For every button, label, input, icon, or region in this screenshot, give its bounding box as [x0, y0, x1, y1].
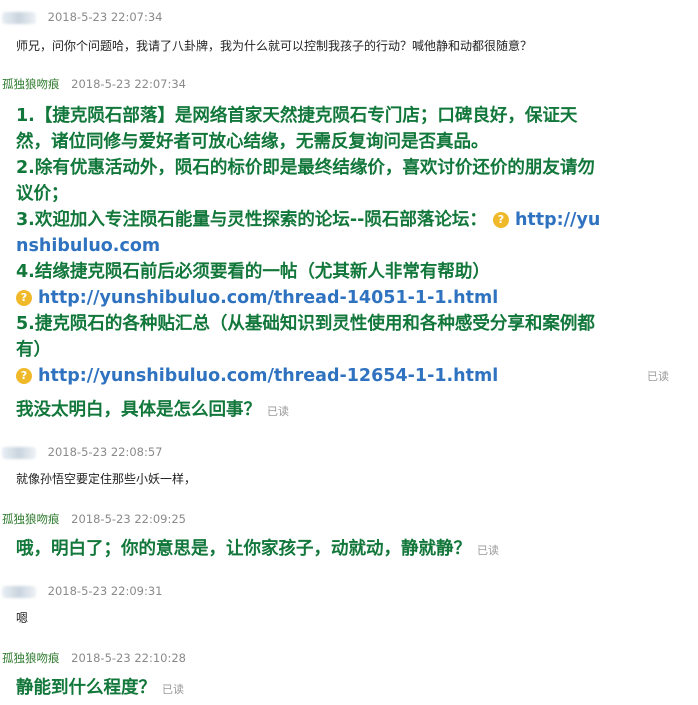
read-status: 已读 [267, 405, 289, 418]
read-status: 已读 [647, 370, 669, 383]
sender-name: 孤独狼吻痕 [2, 651, 60, 665]
auto-reply-line: 有） [16, 340, 51, 360]
timestamp: 2018-5-23 22:07:34 [71, 77, 186, 91]
auto-reply-line: 议价； [16, 184, 69, 204]
message-header: 2018-5-23 22:08:57 [2, 443, 162, 461]
thread-link[interactable]: http://yunshibuluo.com/thread-12654-1-1.… [38, 366, 498, 386]
auto-reply-line: 然，诸位同修与爱好者可放心结缘，无需反复询问是否真品。 [16, 132, 489, 152]
auto-reply-line: 1.【捷克陨石部落】是网络首家天然捷克陨石专门店；口碑良好，保证天 [16, 106, 578, 126]
auto-reply-line: 4.结缘捷克陨石前后必须要看的一帖（尤其新人非常有帮助） [16, 262, 490, 282]
reply-text: 我没太明白，具体是怎么回事？ [16, 400, 261, 420]
question-mark-icon: ? [16, 290, 32, 306]
sender-name: 孤独狼吻痕 [2, 512, 60, 526]
question-mark-icon: ? [492, 212, 509, 228]
message-header: 2018-5-23 22:09:31 [2, 582, 162, 600]
seller-message: 哦，明白了；你的意思是，让你家孩子，动就动，静就静？ 已读 [16, 536, 499, 564]
message-header: 孤独狼吻痕 2018-5-23 22:07:34 [2, 75, 186, 93]
question-mark-icon: ? [16, 368, 32, 384]
message-header: 2018-5-23 22:07:34 [2, 8, 162, 26]
forum-link-continued[interactable]: nshibuluo.com [16, 233, 160, 259]
auto-reply-line: 2.除有优惠活动外，陨石的标价即是最终结缘价，喜欢讨价还价的朋友请勿 [16, 158, 595, 178]
message-text: 嗯 [16, 611, 29, 625]
sender-name: 孤独狼吻痕 [2, 77, 60, 91]
auto-reply-line: 3.欢迎加入专注陨石能量与灵性探索的论坛--陨石部落论坛： ? http://yu [16, 207, 600, 233]
message-text: 师兄，问你个问题哈，我请了八卦牌，我为什么就可以控制我孩子的行动？喊他静和动都很… [16, 39, 533, 53]
timestamp: 2018-5-23 22:08:57 [47, 445, 163, 459]
auto-reply-line: 5.捷克陨石的各种贴汇总（从基础知识到灵性使用和各种感受分享和案例都 [16, 314, 595, 334]
message-text: 静能到什么程度？ [16, 678, 156, 698]
thread-link[interactable]: http://yunshibuluo.com/thread-14051-1-1.… [38, 288, 498, 308]
sender-name-blurred [2, 446, 36, 459]
auto-reply-line: ? http://yunshibuluo.com/thread-14051-1-1… [16, 285, 498, 311]
sender-name-blurred [2, 11, 36, 24]
read-status: 已读 [477, 544, 499, 557]
message-header: 孤独狼吻痕 2018-5-23 22:10:28 [2, 649, 186, 667]
timestamp: 2018-5-23 22:07:34 [47, 10, 163, 24]
timestamp: 2018-5-23 22:10:28 [71, 651, 186, 665]
message-text: 哦，明白了；你的意思是，让你家孩子，动就动，静就静？ [16, 539, 471, 559]
message-text: 就像孙悟空要定住那些小妖一样， [16, 472, 197, 486]
timestamp: 2018-5-23 22:09:25 [71, 512, 186, 526]
seller-reply: 我没太明白，具体是怎么回事？ 已读 [16, 397, 289, 425]
auto-reply-text: 3.欢迎加入专注陨石能量与灵性探索的论坛--陨石部落论坛： [16, 210, 487, 230]
sender-name-blurred [2, 585, 36, 598]
message-header: 孤独狼吻痕 2018-5-23 22:09:25 [2, 510, 186, 528]
auto-reply-line: ? http://yunshibuluo.com/thread-12654-1-1… [16, 363, 498, 389]
timestamp: 2018-5-23 22:09:31 [47, 584, 163, 598]
forum-link[interactable]: http://yu [515, 210, 600, 230]
read-status: 已读 [162, 683, 184, 696]
seller-message: 静能到什么程度？ 已读 [16, 675, 184, 703]
